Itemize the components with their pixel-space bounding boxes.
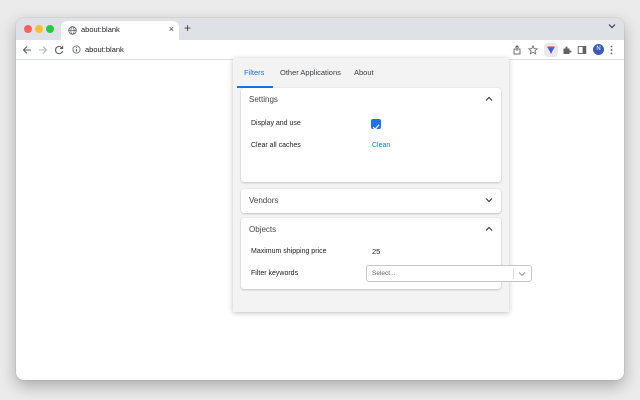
- star-icon[interactable]: [528, 45, 538, 55]
- info-icon[interactable]: [72, 45, 81, 54]
- display-and-use-label: Display and use: [251, 120, 301, 127]
- filter-keywords-placeholder: Select...: [372, 270, 396, 277]
- display-and-use-checkbox[interactable]: [371, 119, 381, 131]
- vendors-section[interactable]: Vendors: [241, 189, 501, 213]
- settings-title: Settings: [249, 95, 278, 104]
- filter-keywords-label: Filter keywords: [251, 270, 299, 277]
- popup-tab-bar: Filters Other Applications About: [233, 58, 509, 88]
- close-window-button[interactable]: [24, 25, 32, 33]
- extension-popup: Filters Other Applications About Setting…: [233, 58, 532, 312]
- maximum-shipping-price-value[interactable]: 25: [372, 247, 380, 256]
- puzzle-icon[interactable]: [562, 45, 572, 55]
- share-icon[interactable]: [512, 45, 522, 55]
- tab-filters[interactable]: Filters: [244, 68, 264, 77]
- tab-other-applications[interactable]: Other Applications: [280, 68, 341, 77]
- address-bar[interactable]: about:blank: [85, 45, 124, 54]
- reload-icon[interactable]: [54, 45, 64, 55]
- chevron-down-icon: [485, 198, 493, 203]
- extension-button-active[interactable]: [544, 43, 558, 57]
- side-panel-icon[interactable]: [577, 45, 587, 55]
- extension-icon: [547, 46, 555, 54]
- clean-button[interactable]: Clean: [372, 142, 390, 149]
- avatar[interactable]: N: [593, 44, 604, 55]
- objects-section: Objects Maximum shipping price 25 Filter…: [241, 218, 532, 289]
- settings-section: Settings Display and use Clear all cache…: [241, 88, 501, 182]
- browser-toolbar: about:blank N: [16, 40, 624, 60]
- clear-all-caches-label: Clear all caches: [251, 142, 301, 149]
- maximize-window-button[interactable]: [46, 25, 54, 33]
- vendors-title: Vendors: [249, 196, 279, 205]
- minimize-window-button[interactable]: [35, 25, 43, 33]
- globe-icon: [68, 26, 77, 35]
- maximum-shipping-price-label: Maximum shipping price: [251, 248, 327, 255]
- browser-window: about:blank × + about:blank N Filters Ot…: [16, 18, 624, 380]
- tab-about[interactable]: About: [354, 68, 374, 77]
- chevron-down-icon[interactable]: [518, 271, 526, 277]
- select-divider: [513, 269, 514, 279]
- chevron-up-icon: [485, 226, 493, 231]
- plus-icon[interactable]: +: [184, 21, 191, 35]
- close-icon[interactable]: ×: [169, 24, 174, 35]
- back-arrow-icon[interactable]: [22, 45, 32, 55]
- tab-title: about:blank: [81, 25, 120, 34]
- filter-keywords-select[interactable]: Select...: [366, 265, 532, 282]
- browser-tab[interactable]: about:blank ×: [61, 21, 179, 40]
- tab-strip: about:blank × +: [16, 18, 624, 40]
- objects-title: Objects: [249, 225, 277, 234]
- forward-arrow-icon[interactable]: [38, 45, 48, 55]
- chevron-up-icon: [485, 96, 493, 101]
- chevron-down-icon[interactable]: [608, 23, 616, 29]
- kebab-menu-icon[interactable]: [610, 45, 613, 55]
- checkmark-icon: [372, 124, 380, 131]
